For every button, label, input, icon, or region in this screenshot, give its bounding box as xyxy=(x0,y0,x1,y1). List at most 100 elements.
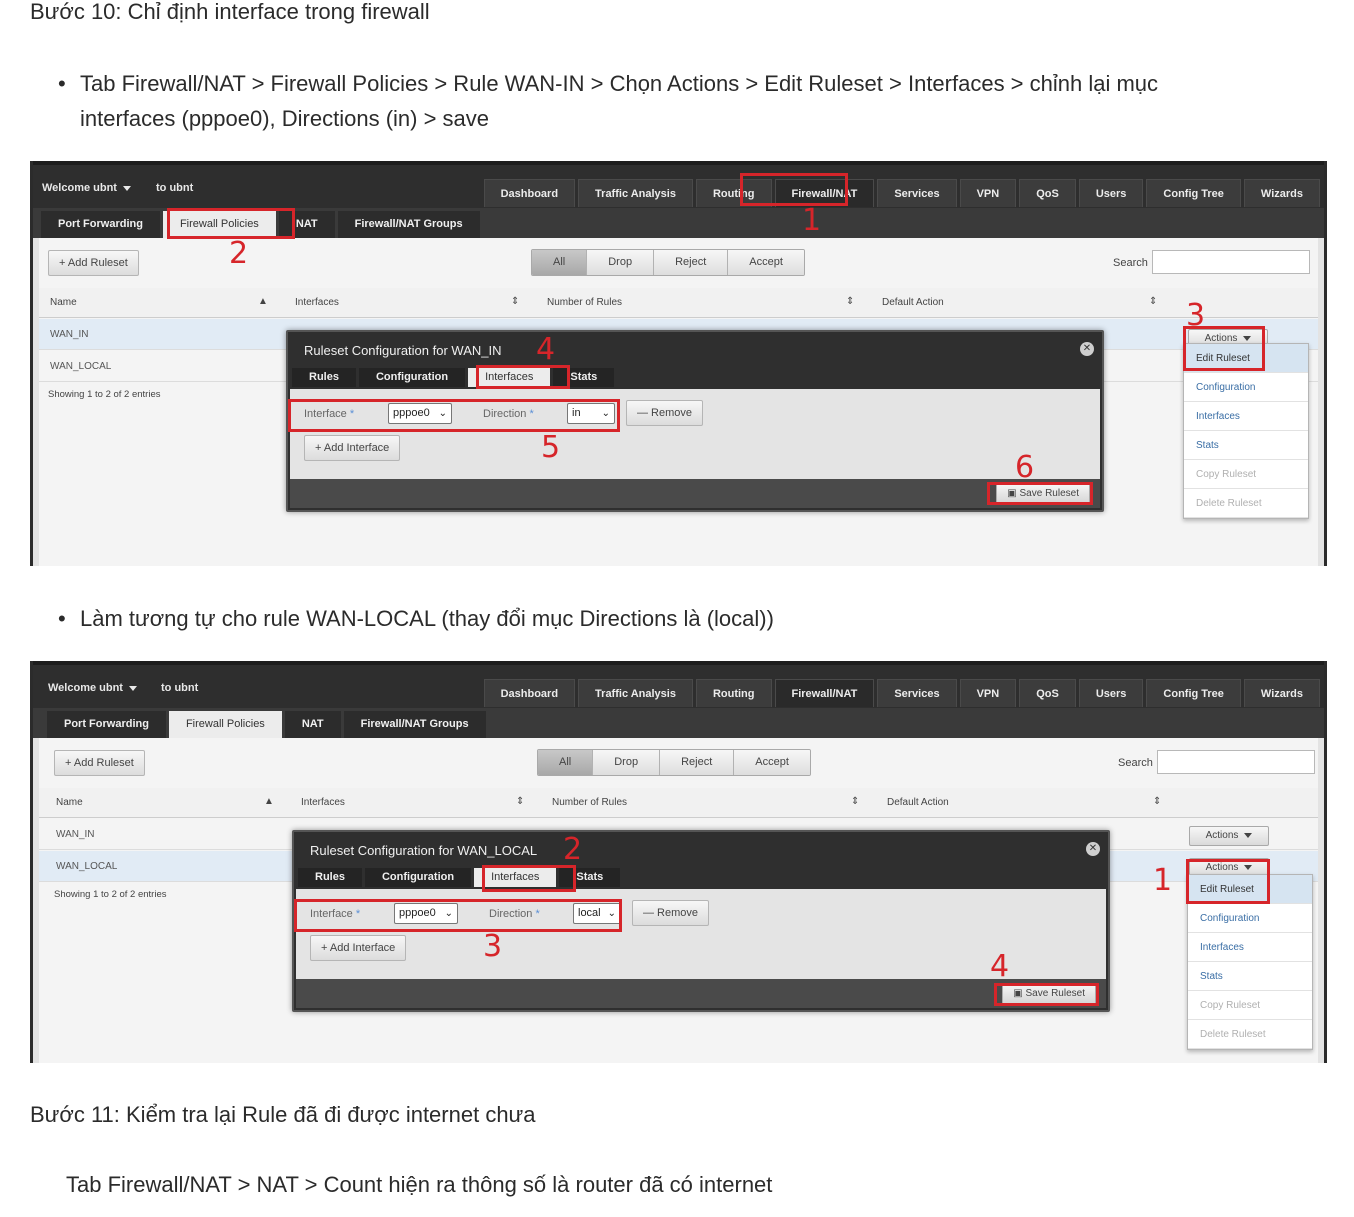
bullet-dot: • xyxy=(58,606,66,631)
nav-users[interactable]: Users xyxy=(1078,179,1144,207)
add-ruleset-button[interactable]: + Add Ruleset xyxy=(54,750,145,776)
required-icon: * xyxy=(529,408,534,420)
col-default-action[interactable]: Default Action xyxy=(882,297,944,308)
nav-dashboard[interactable]: Dashboard xyxy=(483,679,576,707)
dialog-tab-interfaces[interactable]: Interfaces xyxy=(468,368,551,387)
close-icon[interactable]: ✕ xyxy=(1080,342,1094,356)
menu-edit-ruleset[interactable]: Edit Ruleset xyxy=(1188,875,1312,904)
sub-tabs: Port Forwarding Firewall Policies NAT Fi… xyxy=(41,211,480,238)
dialog-tab-rules[interactable]: Rules xyxy=(298,868,362,887)
nav-traffic-analysis[interactable]: Traffic Analysis xyxy=(578,179,693,207)
caret-down-icon xyxy=(122,185,131,191)
col-interfaces[interactable]: Interfaces xyxy=(295,297,339,308)
filter-reject[interactable]: Reject xyxy=(654,250,729,275)
actions-label: Actions xyxy=(1205,830,1239,841)
dialog-tab-stats[interactable]: Stats xyxy=(559,868,621,887)
actions-button[interactable]: Actions xyxy=(1189,826,1269,846)
direction-select[interactable]: local ⌄ xyxy=(573,903,621,924)
nav-vpn[interactable]: VPN xyxy=(959,179,1017,207)
tab-nat[interactable]: NAT xyxy=(278,211,335,238)
filter-all[interactable]: All xyxy=(538,750,594,775)
nav-firewall-nat[interactable]: Firewall/NAT xyxy=(774,179,875,207)
add-interface-button[interactable]: + Add Interface xyxy=(310,935,407,961)
menu-interfaces[interactable]: Interfaces xyxy=(1188,933,1312,962)
tab-firewall-nat-groups[interactable]: Firewall/NAT Groups xyxy=(337,211,480,238)
nav-services[interactable]: Services xyxy=(877,179,957,207)
filter-accept[interactable]: Accept xyxy=(728,250,804,275)
dialog-tab-configuration[interactable]: Configuration xyxy=(358,368,466,387)
nav-config-tree[interactable]: Config Tree xyxy=(1146,179,1241,207)
welcome-label: Welcome ubnt xyxy=(42,182,117,194)
sort-icon[interactable]: ⇕ xyxy=(1149,296,1157,307)
menu-stats[interactable]: Stats xyxy=(1184,431,1308,460)
save-ruleset-button[interactable]: ▣ Save Ruleset xyxy=(996,484,1090,504)
menu-stats[interactable]: Stats xyxy=(1188,962,1312,991)
direction-label-text: Direction xyxy=(489,908,533,920)
direction-select[interactable]: in ⌄ xyxy=(567,403,615,424)
sort-icon[interactable]: ⇕ xyxy=(851,796,859,807)
menu-edit-ruleset[interactable]: Edit Ruleset xyxy=(1184,344,1308,373)
nav-config-tree[interactable]: Config Tree xyxy=(1146,679,1241,707)
col-name[interactable]: Name xyxy=(50,297,77,308)
sort-asc-icon[interactable]: ▲ xyxy=(264,796,274,807)
sort-icon[interactable]: ⇕ xyxy=(1153,796,1161,807)
dialog-tab-configuration[interactable]: Configuration xyxy=(364,868,472,887)
filter-all[interactable]: All xyxy=(532,250,588,275)
nav-users[interactable]: Users xyxy=(1078,679,1144,707)
sort-icon[interactable]: ⇕ xyxy=(511,296,519,307)
tab-nat[interactable]: NAT xyxy=(284,711,341,738)
nav-traffic-analysis[interactable]: Traffic Analysis xyxy=(578,679,693,707)
nav-wizards[interactable]: Wizards xyxy=(1243,679,1320,707)
nav-vpn[interactable]: VPN xyxy=(959,679,1017,707)
sort-icon[interactable]: ⇕ xyxy=(846,296,854,307)
add-interface-button[interactable]: + Add Interface xyxy=(304,435,401,461)
welcome-label: Welcome ubnt xyxy=(48,682,123,694)
tab-port-forwarding[interactable]: Port Forwarding xyxy=(47,711,166,738)
nav-dashboard[interactable]: Dashboard xyxy=(483,179,576,207)
search-input[interactable] xyxy=(1157,750,1315,774)
nav-wizards[interactable]: Wizards xyxy=(1243,179,1320,207)
welcome-menu[interactable]: Welcome ubnt xyxy=(48,682,137,694)
interface-select[interactable]: pppoe0 ⌄ xyxy=(394,903,458,924)
nav-qos[interactable]: QoS xyxy=(1019,679,1076,707)
col-default-action[interactable]: Default Action xyxy=(887,797,949,808)
menu-configuration[interactable]: Configuration xyxy=(1184,373,1308,402)
tab-firewall-policies[interactable]: Firewall Policies xyxy=(162,211,276,238)
row-name: WAN_LOCAL xyxy=(56,861,118,872)
dialog-tab-rules[interactable]: Rules xyxy=(292,368,356,387)
filter-accept[interactable]: Accept xyxy=(734,750,810,775)
col-name[interactable]: Name xyxy=(56,797,83,808)
sort-asc-icon[interactable]: ▲ xyxy=(258,296,268,307)
search-input[interactable] xyxy=(1152,250,1310,274)
tab-firewall-policies[interactable]: Firewall Policies xyxy=(168,711,282,738)
nav-qos[interactable]: QoS xyxy=(1019,179,1076,207)
dialog-tab-interfaces[interactable]: Interfaces xyxy=(474,868,557,887)
filter-reject[interactable]: Reject xyxy=(660,750,735,775)
filter-drop[interactable]: Drop xyxy=(593,750,661,775)
annotation-number: 4 xyxy=(536,332,556,367)
filter-drop[interactable]: Drop xyxy=(587,250,655,275)
nav-firewall-nat[interactable]: Firewall/NAT xyxy=(774,679,875,707)
interface-select[interactable]: pppoe0 ⌄ xyxy=(388,403,452,424)
save-ruleset-button[interactable]: ▣ Save Ruleset xyxy=(1002,984,1096,1004)
tab-firewall-nat-groups[interactable]: Firewall/NAT Groups xyxy=(343,711,486,738)
search-label: Search xyxy=(1113,257,1148,269)
close-icon[interactable]: ✕ xyxy=(1086,842,1100,856)
remove-button[interactable]: — Remove xyxy=(632,900,710,926)
menu-interfaces[interactable]: Interfaces xyxy=(1184,402,1308,431)
col-number-of-rules[interactable]: Number of Rules xyxy=(547,297,622,308)
remove-button[interactable]: — Remove xyxy=(626,400,704,426)
col-number-of-rules[interactable]: Number of Rules xyxy=(552,797,627,808)
add-ruleset-button[interactable]: + Add Ruleset xyxy=(48,250,139,276)
chevron-down-icon: ⌄ xyxy=(607,908,616,919)
dialog-tab-stats[interactable]: Stats xyxy=(553,368,615,387)
nav-services[interactable]: Services xyxy=(877,679,957,707)
nav-routing[interactable]: Routing xyxy=(695,179,772,207)
welcome-menu[interactable]: Welcome ubnt xyxy=(42,182,131,194)
col-interfaces[interactable]: Interfaces xyxy=(301,797,345,808)
main-nav: Dashboard Traffic Analysis Routing Firew… xyxy=(483,679,1320,707)
menu-configuration[interactable]: Configuration xyxy=(1188,904,1312,933)
sort-icon[interactable]: ⇕ xyxy=(516,796,524,807)
tab-port-forwarding[interactable]: Port Forwarding xyxy=(41,211,160,238)
nav-routing[interactable]: Routing xyxy=(695,679,772,707)
